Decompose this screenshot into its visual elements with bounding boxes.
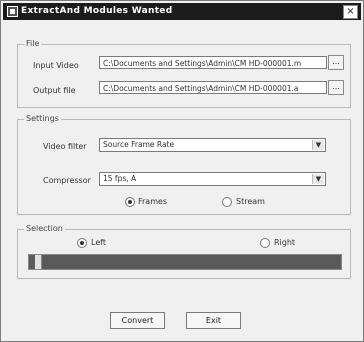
- chevron-down-icon[interactable]: ▼: [312, 140, 324, 150]
- input-browse-button[interactable]: ...: [328, 55, 344, 70]
- compressor-value: 15 fps, A: [103, 174, 137, 183]
- compressor-select[interactable]: 15 fps, A ▼: [99, 172, 326, 186]
- settings-group: Settings: [17, 114, 351, 215]
- video-filter-label: Video filter: [43, 142, 87, 151]
- output-file-label: Output file: [33, 86, 76, 95]
- window-title: ExtractAnd Modules Wanted: [21, 6, 173, 16]
- selection-group-title: Selection: [24, 224, 65, 233]
- files-group: File: [17, 39, 351, 108]
- output-browse-button[interactable]: ...: [328, 80, 344, 95]
- video-filter-select[interactable]: Source Frame Rate ▼: [99, 138, 326, 152]
- dialog-window: ExtractAnd Modules Wanted × File Input V…: [0, 0, 364, 342]
- frames-radio[interactable]: [125, 197, 135, 207]
- compressor-label: Compressor: [43, 176, 91, 185]
- right-radio[interactable]: [260, 238, 270, 248]
- video-filter-value: Source Frame Rate: [103, 140, 175, 149]
- output-file-field[interactable]: C:\Documents and Settings\Admin\CM HD-00…: [99, 81, 327, 94]
- convert-button[interactable]: Convert: [110, 312, 165, 329]
- chevron-down-icon[interactable]: ▼: [312, 174, 324, 184]
- left-radio-label: Left: [91, 238, 107, 247]
- files-group-title: File: [24, 39, 42, 48]
- selection-progress-bar[interactable]: [28, 254, 342, 270]
- stream-radio-label: Stream: [236, 197, 265, 206]
- stream-radio[interactable]: [222, 197, 232, 207]
- selection-slider-handle[interactable]: [35, 255, 42, 269]
- close-button[interactable]: ×: [343, 5, 358, 19]
- title-bar[interactable]: ExtractAnd Modules Wanted ×: [3, 3, 361, 20]
- right-radio-label: Right: [274, 238, 296, 247]
- input-video-field[interactable]: C:\Documents and Settings\Admin\CM HD-00…: [99, 56, 327, 69]
- settings-group-title: Settings: [24, 114, 61, 123]
- frames-radio-label: Frames: [138, 197, 168, 206]
- left-radio[interactable]: [77, 238, 87, 248]
- input-video-label: Input Video: [33, 61, 79, 70]
- exit-button[interactable]: Exit: [186, 312, 241, 329]
- app-icon: [7, 6, 18, 17]
